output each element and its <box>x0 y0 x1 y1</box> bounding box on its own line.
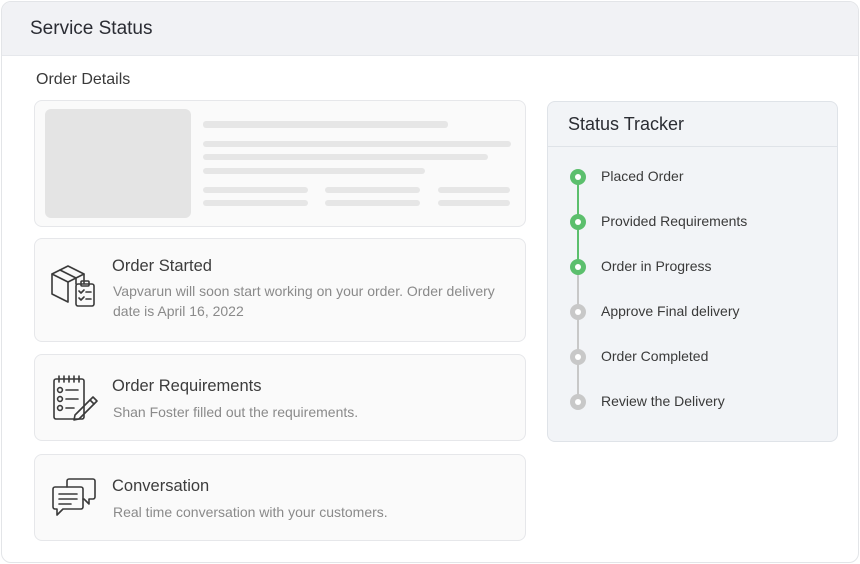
requirements-clipboard-icon <box>53 375 98 421</box>
package-checklist-icon <box>51 265 95 307</box>
panel-header: Service Status <box>2 2 858 56</box>
card-title: Order Started <box>112 257 212 275</box>
skeleton-line <box>203 154 488 160</box>
skeleton-line <box>203 168 425 174</box>
skeleton-line <box>325 200 420 206</box>
status-step-label: Order Completed <box>601 348 709 364</box>
panel-title: Service Status <box>30 17 153 39</box>
timeline-dot-pending <box>570 394 586 410</box>
timeline-dot-complete <box>570 214 586 230</box>
order-details-title: Order Details <box>36 71 131 88</box>
status-step-label: Provided Requirements <box>601 213 748 229</box>
skeleton-line <box>203 187 308 193</box>
skeleton-line <box>203 121 448 128</box>
timeline-dot-complete <box>570 169 586 185</box>
skeleton-line <box>203 141 511 147</box>
chat-bubbles-icon <box>52 478 96 516</box>
status-tracker-header: Status Tracker <box>548 102 837 147</box>
order-requirements-card[interactable]: Order Requirements Shan Foster filled ou… <box>34 354 526 441</box>
card-description: Real time conversation with your custome… <box>113 504 388 520</box>
status-tracker-title: Status Tracker <box>568 113 685 134</box>
skeleton-image <box>45 109 191 218</box>
timeline-dot-pending <box>570 349 586 365</box>
card-description: Shan Foster filled out the requirements. <box>113 404 359 420</box>
status-step-label: Review the Delivery <box>601 393 725 409</box>
status-tracker: Status Tracker Placed Order Provided Requ… <box>547 101 838 442</box>
status-step-label: Order in Progress <box>601 258 712 274</box>
order-started-card[interactable]: Order Started Vapvarun will soon start w… <box>34 238 526 342</box>
card-description: Vapvarun will soon start working on your… <box>113 283 495 319</box>
status-step-label: Approve Final delivery <box>601 303 740 319</box>
skeleton-line <box>325 187 420 193</box>
timeline-dot-complete <box>570 259 586 275</box>
skeleton-line <box>203 200 308 206</box>
card-title: Conversation <box>112 477 210 495</box>
skeleton-line <box>438 200 510 206</box>
card-title: Order Requirements <box>112 377 262 395</box>
order-preview-skeleton <box>34 100 526 227</box>
timeline-dot-pending <box>570 304 586 320</box>
service-status-panel: Service Status Order Details Order Start… <box>1 1 859 563</box>
conversation-card[interactable]: Conversation Real time conversation with… <box>34 454 526 541</box>
status-step-label: Placed Order <box>601 168 684 184</box>
skeleton-line <box>438 187 510 193</box>
